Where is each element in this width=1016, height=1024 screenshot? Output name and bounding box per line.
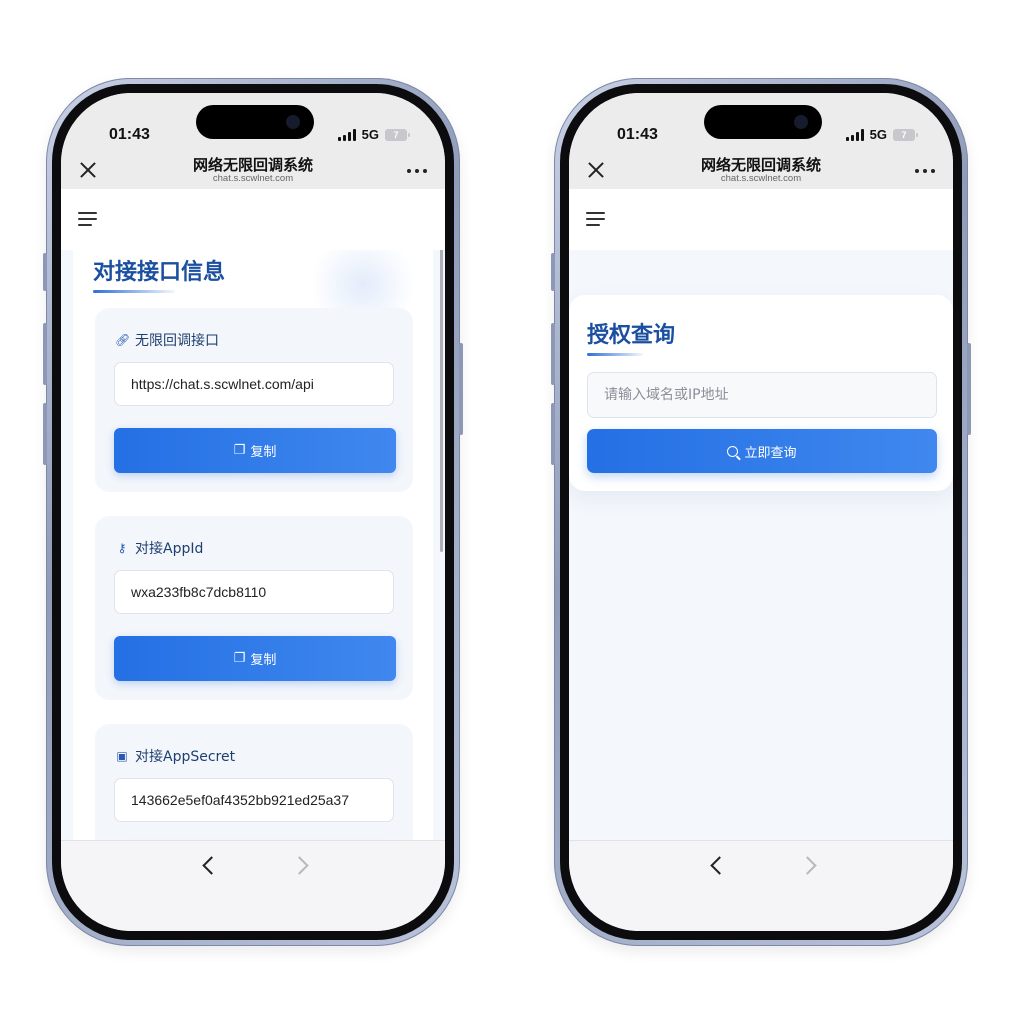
domain-ip-input[interactable]: 请输入域名或IP地址 [587, 372, 937, 418]
copy-icon: ❐ [233, 651, 246, 666]
card-label: 无限回调接口 [135, 333, 219, 349]
search-icon [727, 445, 739, 457]
api-url-field[interactable]: https://chat.s.scwlnet.com/api [114, 362, 394, 406]
appsecret-field[interactable]: 143662e5ef0af4352bb921ed25a37 [114, 778, 394, 822]
browser-toolbar [569, 840, 953, 931]
link-icon: 🔗︎ [115, 333, 131, 347]
content-right: 授权查询 请输入域名或IP地址 立即查询 [569, 250, 953, 841]
copy-icon: ❐ [233, 443, 246, 458]
appid-field[interactable]: wxa233fb8c7dcb8110 [114, 570, 394, 614]
query-button[interactable]: 立即查询 [587, 429, 937, 473]
auth-query-card: 授权查询 请输入域名或IP地址 立即查询 [569, 295, 953, 491]
card-label: 对接AppSecret [135, 749, 236, 765]
browser-header: 01:43 5G 7 网络无限回调系统 chat.s.scwlnet.com [569, 93, 953, 189]
dynamic-island [196, 105, 314, 139]
network-label: 5G [869, 127, 887, 142]
forward-arrow-icon[interactable] [798, 856, 817, 875]
back-arrow-icon[interactable] [710, 856, 729, 875]
vertical-scrollbar[interactable] [440, 250, 443, 552]
page-title: 网络无限回调系统 [700, 156, 821, 174]
more-icon[interactable] [915, 169, 935, 173]
app-bar [61, 189, 445, 250]
card-appid: ⚷ 对接AppId wxa233fb8c7dcb8110 ❐ 复制 [95, 516, 413, 700]
section-heading: 对接接口信息 [93, 260, 226, 285]
signal-icon [337, 128, 356, 141]
menu-icon[interactable] [78, 212, 97, 226]
more-icon[interactable] [407, 169, 427, 173]
page-url: chat.s.scwlnet.com [212, 173, 294, 184]
key-icon: ⚷ [117, 541, 127, 555]
screen-left: 01:43 5G 7 网络无限回调系统 chat.s.scwlnet.com 对… [61, 93, 445, 931]
card-appsecret: ▣ 对接AppSecret 143662e5ef0af4352bb921ed25… [95, 724, 413, 841]
status-icons: 5G 7 [845, 127, 918, 142]
card-label: 对接AppId [135, 541, 204, 557]
status-time: 01:43 [617, 126, 658, 143]
card-callback-api: 🔗︎ 无限回调接口 https://chat.s.scwlnet.com/api… [95, 308, 413, 492]
copy-button[interactable]: ❐ 复制 [114, 636, 396, 681]
heading-underline [587, 353, 643, 356]
page-title: 网络无限回调系统 [192, 156, 313, 174]
status-icons: 5G 7 [337, 127, 410, 142]
content-left: 对接接口信息 🔗︎ 无限回调接口 https://chat.s.scwlnet.… [61, 250, 445, 841]
forward-arrow-icon[interactable] [290, 856, 309, 875]
battery-icon: 7 [893, 128, 918, 141]
copy-button[interactable]: ❐ 复制 [114, 428, 396, 473]
screen-right: 01:43 5G 7 网络无限回调系统 chat.s.scwlnet.com 授… [569, 93, 953, 931]
battery-icon: 7 [385, 128, 410, 141]
dynamic-island [704, 105, 822, 139]
lock-icon: ▣ [116, 749, 128, 763]
browser-header: 01:43 5G 7 网络无限回调系统 chat.s.scwlnet.com [61, 93, 445, 189]
menu-icon[interactable] [586, 212, 605, 226]
browser-toolbar [61, 840, 445, 931]
back-arrow-icon[interactable] [202, 856, 221, 875]
phone-left: 01:43 5G 7 网络无限回调系统 chat.s.scwlnet.com 对… [43, 78, 463, 946]
status-time: 01:43 [109, 126, 150, 143]
page-url: chat.s.scwlnet.com [720, 173, 802, 184]
section-heading: 授权查询 [587, 323, 676, 348]
heading-underline [93, 290, 175, 293]
app-bar [569, 189, 953, 250]
phone-right: 01:43 5G 7 网络无限回调系统 chat.s.scwlnet.com 授… [551, 78, 971, 946]
signal-icon [845, 128, 864, 141]
network-label: 5G [361, 127, 379, 142]
